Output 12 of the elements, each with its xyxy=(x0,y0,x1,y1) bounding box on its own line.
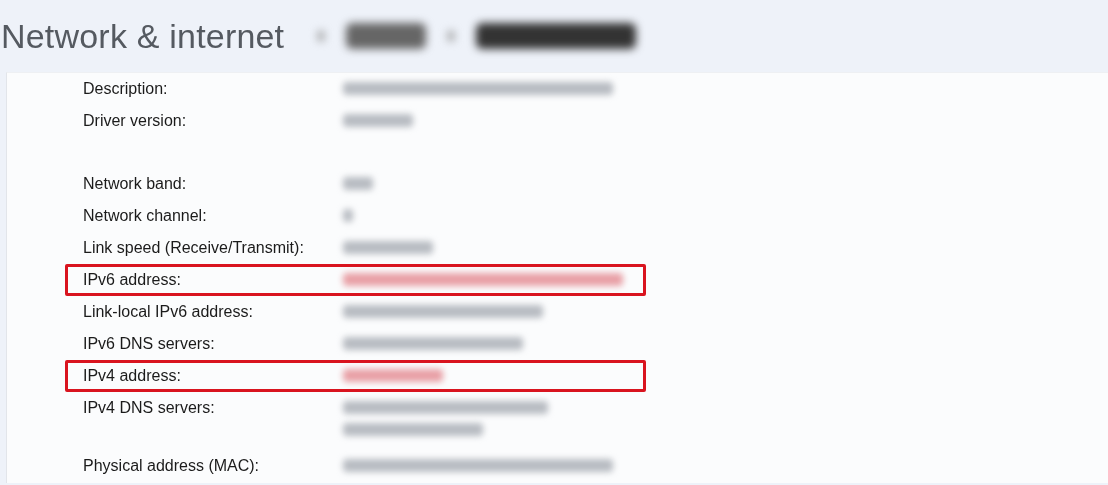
property-label: Link speed (Receive/Transmit): xyxy=(83,238,305,258)
property-label: Link-local IPv6 address: xyxy=(83,302,254,322)
property-label: Physical address (MAC): xyxy=(83,456,261,476)
property-label: Description: xyxy=(83,79,169,99)
page-title: Network & internet xyxy=(1,16,285,56)
property-label: IPv4 address: xyxy=(83,366,182,386)
property-label: IPv4 DNS servers: xyxy=(83,398,216,418)
property-label: Driver version: xyxy=(83,111,188,131)
property-label: IPv6 DNS servers: xyxy=(83,334,216,354)
property-label: IPv6 address: xyxy=(83,270,182,290)
property-label: Network channel: xyxy=(83,206,208,226)
property-label: Network band: xyxy=(83,174,188,194)
